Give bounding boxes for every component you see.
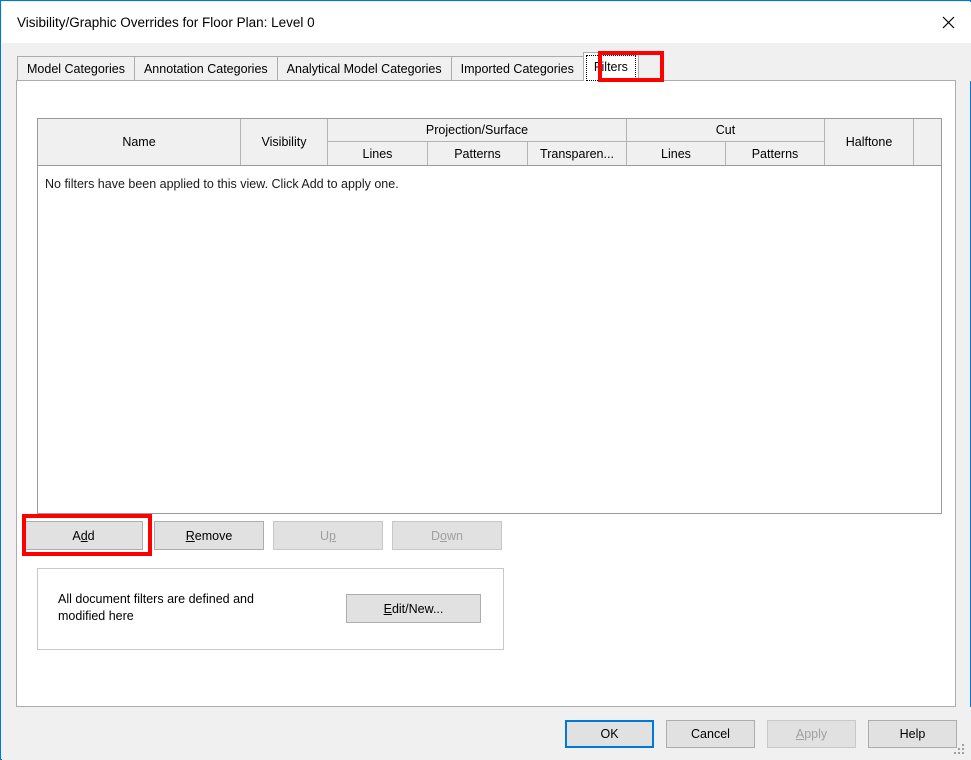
- filters-table: Name Visibility Projection/Surface Lines…: [37, 118, 942, 514]
- column-header-label: Halftone: [845, 135, 893, 149]
- empty-state-message: No filters have been applied to this vie…: [45, 177, 399, 191]
- tab-imported-categories[interactable]: Imported Categories: [450, 56, 584, 81]
- tab-analytical-model-categories[interactable]: Analytical Model Categories: [276, 56, 452, 81]
- tab-label: Filters: [593, 60, 628, 74]
- add-button[interactable]: Add: [24, 521, 143, 550]
- column-header-label: Lines: [661, 146, 691, 161]
- remove-button[interactable]: Remove: [154, 521, 264, 550]
- description-line-1: All document filters are defined and: [58, 592, 254, 606]
- tab-annotation-categories[interactable]: Annotation Categories: [133, 56, 278, 81]
- page-title: Visibility/Graphic Overrides for Floor P…: [17, 15, 315, 30]
- column-header-projection-patterns[interactable]: Patterns: [428, 142, 528, 165]
- up-button[interactable]: Up: [273, 521, 383, 550]
- tab-label: Model Categories: [27, 62, 125, 76]
- tab-list: Model Categories Annotation Categories A…: [17, 52, 639, 81]
- column-header-projection-transparency[interactable]: Transparen...: [528, 142, 627, 165]
- column-header-label: Patterns: [751, 146, 799, 161]
- tab-filters[interactable]: Filters: [582, 52, 639, 81]
- tab-content-panel: Name Visibility Projection/Surface Lines…: [16, 80, 956, 707]
- table-header: Name Visibility Projection/Surface Lines…: [38, 119, 941, 166]
- column-header-halftone[interactable]: Halftone: [825, 119, 914, 165]
- help-button[interactable]: Help: [868, 720, 957, 748]
- column-header-projection-surface[interactable]: Projection/Surface: [328, 119, 627, 142]
- column-header-cut[interactable]: Cut: [627, 119, 825, 142]
- table-body[interactable]: No filters have been applied to this vie…: [38, 166, 941, 513]
- column-header-label: Name: [122, 135, 156, 149]
- column-header-visibility[interactable]: Visibility: [241, 119, 328, 165]
- title-bar: Visibility/Graphic Overrides for Floor P…: [2, 2, 971, 43]
- column-header-label: Cut: [715, 123, 736, 137]
- column-header-cut-lines[interactable]: Lines: [627, 142, 726, 165]
- help-button-label: Help: [899, 727, 926, 741]
- column-header-label: Visibility: [261, 135, 307, 149]
- tab-label: Analytical Model Categories: [286, 62, 442, 76]
- document-filters-description: All document filters are defined and mod…: [58, 591, 298, 625]
- dialog-footer: OK Cancel Apply Help: [2, 707, 971, 760]
- cancel-button[interactable]: Cancel: [666, 720, 755, 748]
- tab-label: Imported Categories: [460, 62, 574, 76]
- description-line-2: modified here: [58, 609, 134, 623]
- tab-label: Annotation Categories: [143, 62, 268, 76]
- dialog-window: Visibility/Graphic Overrides for Floor P…: [0, 0, 971, 760]
- document-filters-group: All document filters are defined and mod…: [37, 568, 504, 650]
- column-header-label: Projection/Surface: [425, 123, 529, 137]
- close-icon[interactable]: [925, 2, 971, 43]
- column-header-label: Patterns: [454, 146, 501, 161]
- column-header-spacer: [914, 119, 941, 165]
- tab-model-categories[interactable]: Model Categories: [17, 56, 135, 81]
- column-header-label: Lines: [362, 146, 393, 161]
- edit-new-button[interactable]: Edit/New...: [346, 594, 481, 623]
- tab-strip: Model Categories Annotation Categories A…: [2, 43, 971, 81]
- column-header-name[interactable]: Name: [38, 119, 241, 165]
- down-button[interactable]: Down: [392, 521, 502, 550]
- column-header-cut-patterns[interactable]: Patterns: [726, 142, 825, 165]
- column-header-projection-lines[interactable]: Lines: [328, 142, 428, 165]
- resize-grip-icon[interactable]: [954, 744, 966, 756]
- ok-button[interactable]: OK: [565, 720, 654, 748]
- apply-button[interactable]: Apply: [767, 720, 856, 748]
- ok-button-label: OK: [600, 727, 619, 741]
- column-header-label: Transparen...: [540, 146, 614, 161]
- cancel-button-label: Cancel: [691, 727, 730, 741]
